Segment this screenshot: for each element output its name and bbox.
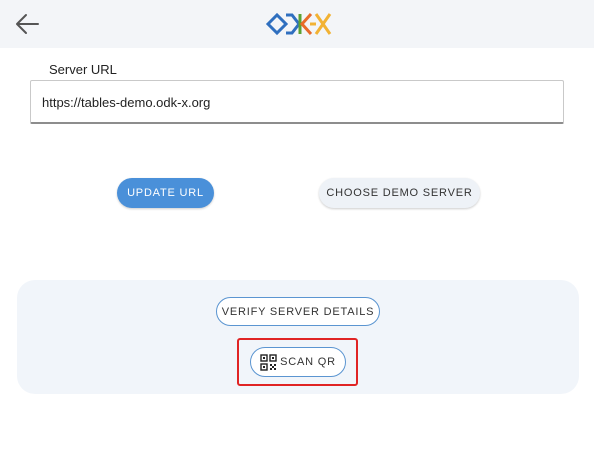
server-url-field[interactable] — [30, 80, 564, 124]
server-url-label: Server URL — [49, 62, 117, 77]
qr-code-icon — [260, 353, 277, 371]
odk-x-logo — [265, 9, 332, 39]
back-button[interactable] — [14, 12, 40, 36]
update-url-button[interactable]: UPDATE URL — [117, 178, 214, 208]
server-url-input[interactable] — [42, 81, 542, 123]
scan-qr-label: SCAN QR — [280, 356, 336, 368]
choose-demo-server-button[interactable]: CHOOSE DEMO SERVER — [319, 178, 480, 208]
app-bar — [0, 0, 594, 48]
verify-server-details-button[interactable]: VERIFY SERVER DETAILS — [216, 297, 380, 326]
scan-qr-button[interactable]: SCAN QR — [250, 347, 346, 377]
arrow-left-icon — [16, 14, 39, 34]
